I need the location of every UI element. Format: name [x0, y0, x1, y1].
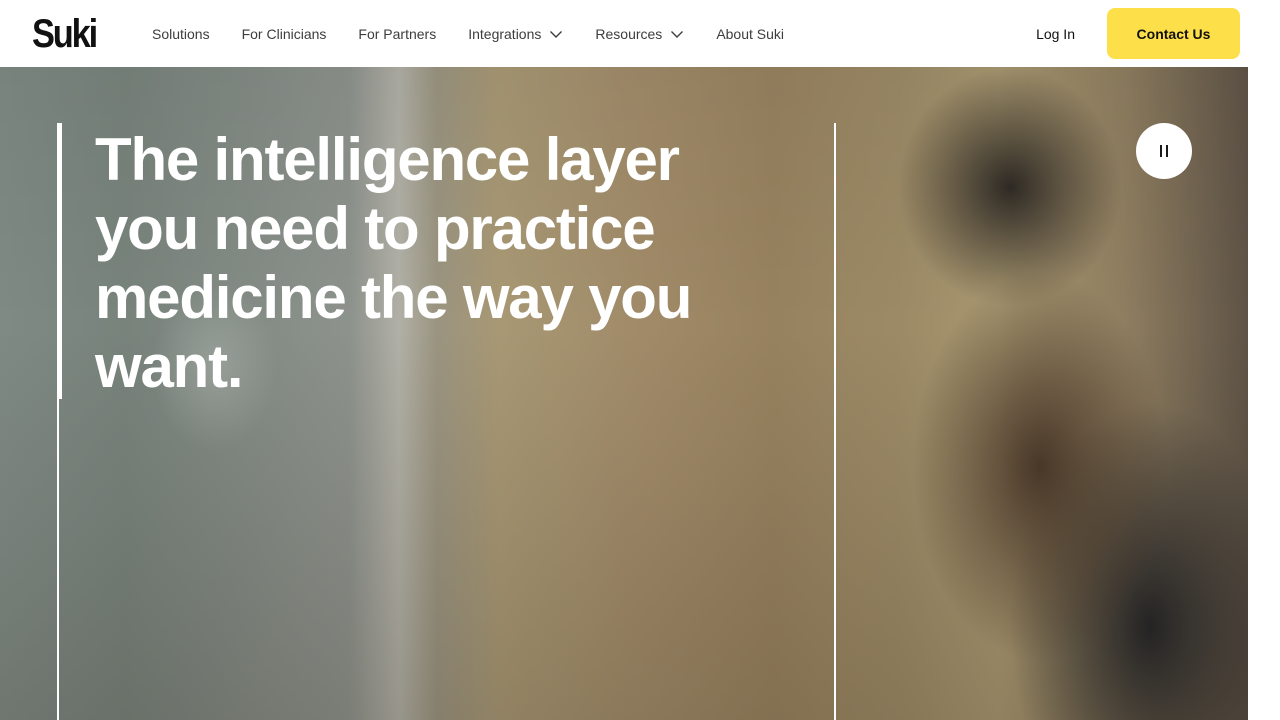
nav-about-suki-label: About Suki: [716, 25, 785, 42]
video-pause-button[interactable]: [1136, 123, 1192, 179]
hero-center-guide-line: [834, 123, 836, 720]
header-actions: Log In Contact Us: [1036, 8, 1240, 59]
hero-left-guide-line: [57, 399, 59, 720]
nav-for-partners[interactable]: For Partners: [358, 26, 436, 42]
nav-for-clinicians[interactable]: For Clinicians: [242, 26, 327, 42]
hero-video-section: The intelligence layer you need to pract…: [0, 67, 1248, 720]
nav-integrations[interactable]: Integrations: [468, 26, 563, 42]
page-scrollbar-gutter: [1248, 0, 1280, 720]
contact-us-button[interactable]: Contact Us: [1107, 8, 1240, 59]
pause-icon: [1160, 145, 1168, 157]
hero-headline: The intelligence layer you need to pract…: [95, 126, 692, 400]
nav-for-clinicians-label: For Clinicians: [241, 25, 327, 42]
chevron-down-icon: [549, 27, 563, 41]
chevron-down-icon: [670, 27, 684, 41]
nav-resources-label: Resources: [595, 25, 663, 42]
hero-left-accent-line: [57, 123, 62, 399]
nav-solutions[interactable]: Solutions: [152, 26, 210, 42]
nav-integrations-label: Integrations: [468, 25, 542, 42]
login-link[interactable]: Log In: [1036, 26, 1075, 42]
suki-logo[interactable]: Suki: [32, 14, 98, 54]
nav-about-suki[interactable]: About Suki: [716, 26, 784, 42]
site-header: Suki Solutions For Clinicians For Partne…: [0, 0, 1248, 67]
nav-solutions-label: Solutions: [152, 25, 210, 42]
main-nav: Solutions For Clinicians For Partners In…: [152, 26, 816, 42]
nav-resources[interactable]: Resources: [595, 26, 684, 42]
nav-for-partners-label: For Partners: [358, 25, 437, 42]
